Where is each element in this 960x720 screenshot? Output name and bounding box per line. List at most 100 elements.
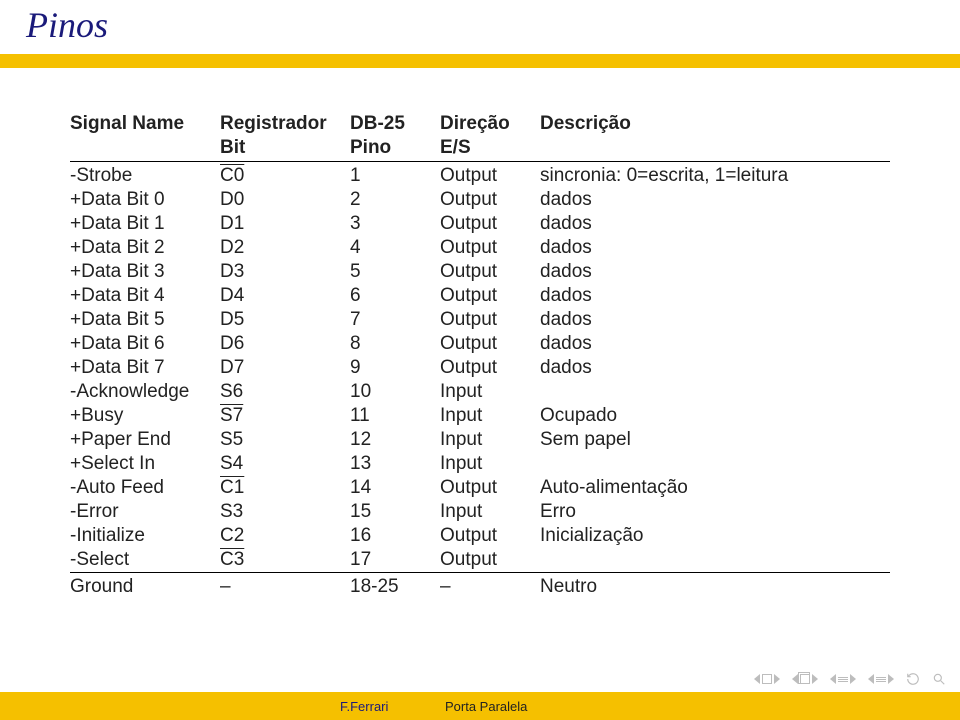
cell-register: D1 [220, 212, 350, 236]
nav-first-icon[interactable] [754, 674, 780, 684]
table-row: +Select InS413Input [70, 452, 890, 476]
cell-register: D2 [220, 236, 350, 260]
cell-db25: 17 [350, 548, 440, 573]
th-direction: Direção [440, 112, 540, 136]
th-db25: DB-25 [350, 112, 440, 136]
cell-direction: Output [440, 356, 540, 380]
cell-signal: +Select In [70, 452, 220, 476]
th-direction-2: E/S [440, 136, 540, 162]
nav-search-icon[interactable] [932, 672, 946, 686]
pin-table: Signal Name Registrador DB-25 Direção De… [70, 112, 890, 599]
cell-description [540, 548, 890, 573]
cell-description: dados [540, 212, 890, 236]
th-register-2: Bit [220, 136, 350, 162]
cell-db25: 10 [350, 380, 440, 404]
cell-signal: +Data Bit 3 [70, 260, 220, 284]
cell-direction: Input [440, 428, 540, 452]
cell-signal: -Initialize [70, 524, 220, 548]
cell-db25: 13 [350, 452, 440, 476]
cell-db25: 3 [350, 212, 440, 236]
title-bar: Pinos [0, 0, 960, 72]
cell-register: – [220, 573, 350, 600]
table-row: +Data Bit 6D68Outputdados [70, 332, 890, 356]
th-register: Registrador [220, 112, 350, 136]
table-row: +Data Bit 1D13Outputdados [70, 212, 890, 236]
cell-register: S4 [220, 452, 350, 476]
footer-topic: Porta Paralela [445, 699, 527, 714]
cell-register: S7 [220, 404, 350, 428]
nav-undo-icon[interactable] [906, 672, 920, 686]
cell-direction: Output [440, 524, 540, 548]
cell-direction: Output [440, 308, 540, 332]
footer: F.Ferrari Porta Paralela [0, 692, 960, 720]
cell-db25: 15 [350, 500, 440, 524]
cell-register: D7 [220, 356, 350, 380]
cell-db25: 18-25 [350, 573, 440, 600]
cell-register: C1 [220, 476, 350, 500]
cell-register: D5 [220, 308, 350, 332]
cell-signal: +Paper End [70, 428, 220, 452]
cell-register: D4 [220, 284, 350, 308]
cell-description: Neutro [540, 573, 890, 600]
table-row: -AcknowledgeS610Input [70, 380, 890, 404]
cell-register: D0 [220, 188, 350, 212]
cell-db25: 6 [350, 284, 440, 308]
cell-db25: 16 [350, 524, 440, 548]
cell-db25: 9 [350, 356, 440, 380]
th-signal-2 [70, 136, 220, 162]
cell-db25: 7 [350, 308, 440, 332]
cell-register: C0 [220, 162, 350, 189]
table-row: -StrobeC01Outputsincronia: 0=escrita, 1=… [70, 162, 890, 189]
cell-db25: 12 [350, 428, 440, 452]
cell-signal: +Data Bit 5 [70, 308, 220, 332]
cell-description: dados [540, 308, 890, 332]
cell-db25: 1 [350, 162, 440, 189]
cell-description: Auto-alimentação [540, 476, 890, 500]
cell-signal: Ground [70, 573, 220, 600]
cell-signal: +Data Bit 0 [70, 188, 220, 212]
th-db25-2: Pino [350, 136, 440, 162]
cell-signal: +Data Bit 7 [70, 356, 220, 380]
nav-prev-icon[interactable] [830, 674, 856, 684]
cell-direction: Output [440, 236, 540, 260]
table-header-row-1: Signal Name Registrador DB-25 Direção De… [70, 112, 890, 136]
footer-author: F.Ferrari [340, 699, 388, 714]
cell-direction: Output [440, 548, 540, 573]
cell-description: sincronia: 0=escrita, 1=leitura [540, 162, 890, 189]
cell-description: Sem papel [540, 428, 890, 452]
cell-signal: +Data Bit 1 [70, 212, 220, 236]
cell-register: D6 [220, 332, 350, 356]
cell-signal: -Acknowledge [70, 380, 220, 404]
nav-prev-section-icon[interactable] [792, 674, 818, 684]
cell-description: Ocupado [540, 404, 890, 428]
cell-direction: Output [440, 476, 540, 500]
th-desc: Descrição [540, 112, 890, 136]
cell-db25: 2 [350, 188, 440, 212]
cell-db25: 4 [350, 236, 440, 260]
cell-signal: +Data Bit 4 [70, 284, 220, 308]
cell-direction: Input [440, 380, 540, 404]
cell-description: Erro [540, 500, 890, 524]
table-header-row-2: Bit Pino E/S [70, 136, 890, 162]
nav-icons [754, 672, 946, 686]
cell-signal: +Data Bit 2 [70, 236, 220, 260]
nav-next-icon[interactable] [868, 674, 894, 684]
cell-register: D3 [220, 260, 350, 284]
cell-direction: Output [440, 188, 540, 212]
cell-direction: – [440, 573, 540, 600]
cell-description: dados [540, 284, 890, 308]
slide-title: Pinos [26, 4, 108, 46]
cell-signal: -Error [70, 500, 220, 524]
cell-register: S3 [220, 500, 350, 524]
cell-db25: 5 [350, 260, 440, 284]
table-row: Ground–18-25–Neutro [70, 573, 890, 600]
cell-description: dados [540, 236, 890, 260]
cell-register: C3 [220, 548, 350, 573]
cell-direction: Output [440, 284, 540, 308]
title-rule [0, 54, 960, 68]
cell-direction: Output [440, 332, 540, 356]
cell-db25: 11 [350, 404, 440, 428]
table-row: -SelectC317Output [70, 548, 890, 573]
cell-direction: Input [440, 452, 540, 476]
cell-db25: 14 [350, 476, 440, 500]
